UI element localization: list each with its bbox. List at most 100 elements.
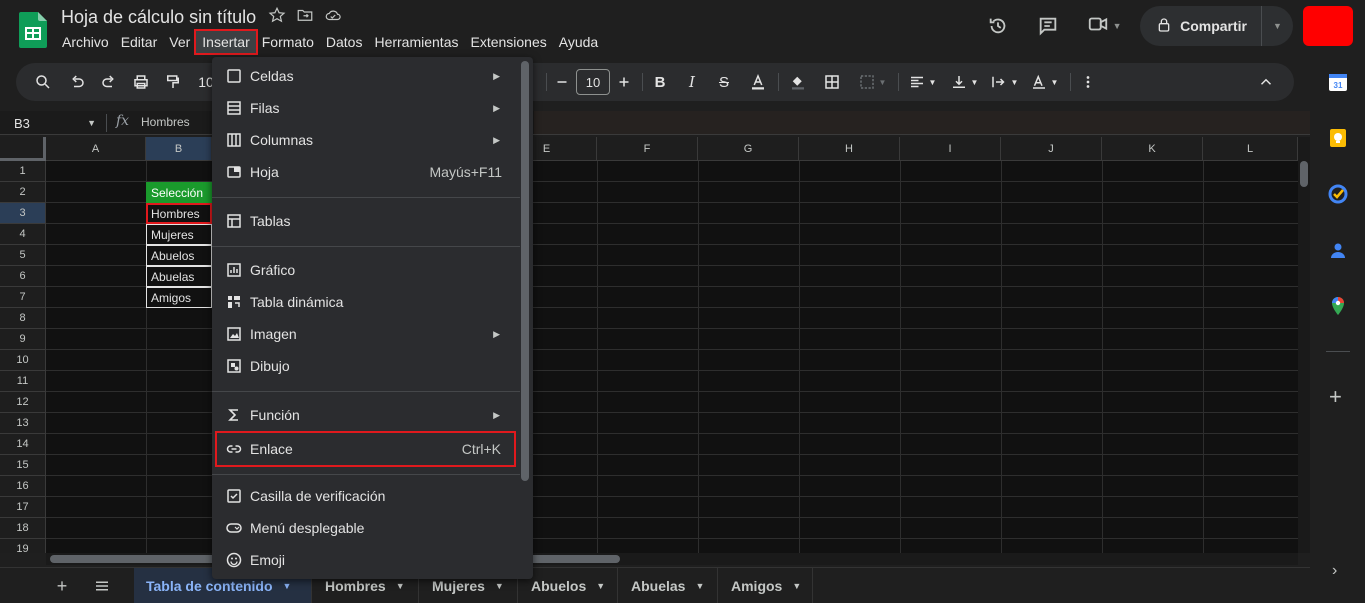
row-header-9[interactable]: 9 (0, 329, 46, 350)
sheets-logo-icon[interactable] (19, 12, 47, 48)
decrease-font-size-icon[interactable] (552, 63, 572, 101)
meet-button[interactable]: ▼ (1078, 6, 1130, 46)
cell-b2[interactable]: Selección (146, 182, 212, 203)
strikethrough-icon[interactable]: S (714, 63, 734, 101)
sheet-tab-amigos[interactable]: Amigos ▼ (719, 568, 813, 603)
menu-editar[interactable]: Editar (115, 31, 164, 53)
menu-item-filas[interactable]: Filas ▶ (212, 93, 520, 123)
share-options-button[interactable]: ▼ (1261, 6, 1293, 46)
all-sheets-button[interactable] (84, 568, 120, 603)
column-header-i[interactable]: I (900, 137, 1001, 161)
history-icon[interactable] (978, 6, 1018, 46)
column-header-j[interactable]: J (1001, 137, 1102, 161)
increase-font-size-icon[interactable] (614, 63, 634, 101)
fill-color-icon[interactable] (786, 63, 810, 101)
document-title[interactable]: Hoja de cálculo sin título (61, 7, 256, 28)
menu-item-funcion[interactable]: Función ▶ (212, 400, 520, 430)
row-header-18[interactable]: 18 (0, 518, 46, 539)
text-color-icon[interactable] (746, 63, 770, 101)
contacts-icon[interactable] (1328, 240, 1348, 260)
menu-ver[interactable]: Ver (163, 31, 196, 53)
cell-b5[interactable]: Abuelos (146, 245, 212, 266)
column-header-l[interactable]: L (1203, 137, 1298, 161)
menu-item-celdas[interactable]: Celdas ▶ (212, 61, 520, 91)
spreadsheet-grid[interactable]: A B E F G H I J K L 1 2 3 4 5 6 7 8 9 10 11 12 13 14 15 16 17 18 19 S… (0, 137, 1298, 553)
cell-b4[interactable]: Mujeres (146, 224, 212, 245)
menu-item-tablas[interactable]: Tablas (212, 206, 520, 236)
row-header-6[interactable]: 6 (0, 266, 46, 287)
calendar-icon[interactable]: 31 (1328, 72, 1348, 92)
vertical-align-icon[interactable]: ▼ (946, 63, 982, 101)
star-icon[interactable] (268, 6, 286, 29)
row-header-15[interactable]: 15 (0, 455, 46, 476)
cloud-status-icon[interactable] (324, 6, 342, 29)
keep-icon[interactable] (1328, 128, 1348, 148)
menu-item-menu-desplegable[interactable]: Menú desplegable (212, 513, 520, 543)
cell-b3[interactable]: Hombres (146, 203, 212, 224)
menu-item-grafico[interactable]: Gráfico (212, 255, 520, 285)
select-all-corner[interactable] (0, 137, 46, 161)
move-folder-icon[interactable] (296, 6, 314, 29)
column-header-g[interactable]: G (698, 137, 799, 161)
merge-cells-icon[interactable]: ▼ (854, 63, 890, 101)
column-header-b[interactable]: B (146, 137, 212, 161)
menu-item-casilla-verificacion[interactable]: Casilla de verificación (212, 481, 520, 511)
row-header-8[interactable]: 8 (0, 308, 46, 329)
font-size-input[interactable]: 10 (576, 69, 610, 95)
menu-archivo[interactable]: Archivo (56, 31, 115, 53)
column-header-f[interactable]: F (597, 137, 698, 161)
row-header-3[interactable]: 3 (0, 203, 46, 224)
menu-item-enlace[interactable]: Enlace Ctrl+K (215, 431, 516, 467)
menu-item-tabla-dinamica[interactable]: Tabla dinámica (212, 287, 520, 317)
name-box[interactable]: B3 ▼ (6, 114, 102, 132)
menu-herramientas[interactable]: Herramientas (368, 31, 464, 53)
menu-item-columnas[interactable]: Columnas ▶ (212, 125, 520, 155)
redo-icon[interactable] (98, 63, 120, 101)
maps-icon[interactable] (1328, 296, 1348, 316)
menu-insertar[interactable]: Insertar (194, 29, 258, 55)
add-sheet-button[interactable]: + (44, 568, 80, 603)
text-wrapping-icon[interactable]: ▼ (986, 63, 1022, 101)
search-menus-icon[interactable] (32, 63, 54, 101)
column-header-a[interactable]: A (46, 137, 146, 161)
undo-icon[interactable] (66, 63, 88, 101)
row-header-16[interactable]: 16 (0, 476, 46, 497)
row-header-4[interactable]: 4 (0, 224, 46, 245)
menu-item-emoji[interactable]: Emoji (212, 545, 520, 575)
bold-icon[interactable]: B (650, 63, 670, 101)
comments-icon[interactable] (1028, 6, 1068, 46)
sheet-tab-abuelas[interactable]: Abuelas ▼ (619, 568, 718, 603)
collapse-toolbar-icon[interactable] (1256, 63, 1276, 101)
formula-input-area[interactable] (534, 111, 1310, 134)
cell-b7[interactable]: Amigos (146, 287, 212, 308)
row-header-14[interactable]: 14 (0, 434, 46, 455)
menu-formato[interactable]: Formato (256, 31, 320, 53)
row-header-11[interactable]: 11 (0, 371, 46, 392)
row-header-1[interactable]: 1 (0, 161, 46, 182)
row-header-2[interactable]: 2 (0, 182, 46, 203)
menu-scrollbar[interactable] (521, 61, 529, 481)
row-header-10[interactable]: 10 (0, 350, 46, 371)
more-options-icon[interactable] (1078, 63, 1098, 101)
menu-item-dibujo[interactable]: Dibujo (212, 351, 520, 381)
menu-extensiones[interactable]: Extensiones (464, 31, 552, 53)
row-header-17[interactable]: 17 (0, 497, 46, 518)
sheet-tab-abuelos[interactable]: Abuelos ▼ (519, 568, 618, 603)
vertical-scrollbar[interactable] (1298, 137, 1310, 553)
formula-input[interactable]: Hombres (141, 115, 190, 129)
italic-icon[interactable]: I (682, 63, 702, 101)
horizontal-align-icon[interactable]: ▼ (904, 63, 940, 101)
menu-ayuda[interactable]: Ayuda (553, 31, 604, 53)
row-header-19[interactable]: 19 (0, 539, 46, 553)
avatar[interactable] (1303, 6, 1353, 46)
print-icon[interactable] (130, 63, 152, 101)
row-header-13[interactable]: 13 (0, 413, 46, 434)
share-button[interactable]: Compartir (1140, 6, 1261, 46)
get-addons-plus-icon[interactable]: + (1329, 384, 1342, 410)
show-side-panel-chevron-icon[interactable]: › (1332, 562, 1337, 580)
paint-format-icon[interactable] (162, 63, 184, 101)
row-header-5[interactable]: 5 (0, 245, 46, 266)
column-header-h[interactable]: H (799, 137, 900, 161)
menu-datos[interactable]: Datos (320, 31, 369, 53)
menu-item-imagen[interactable]: Imagen ▶ (212, 319, 520, 349)
